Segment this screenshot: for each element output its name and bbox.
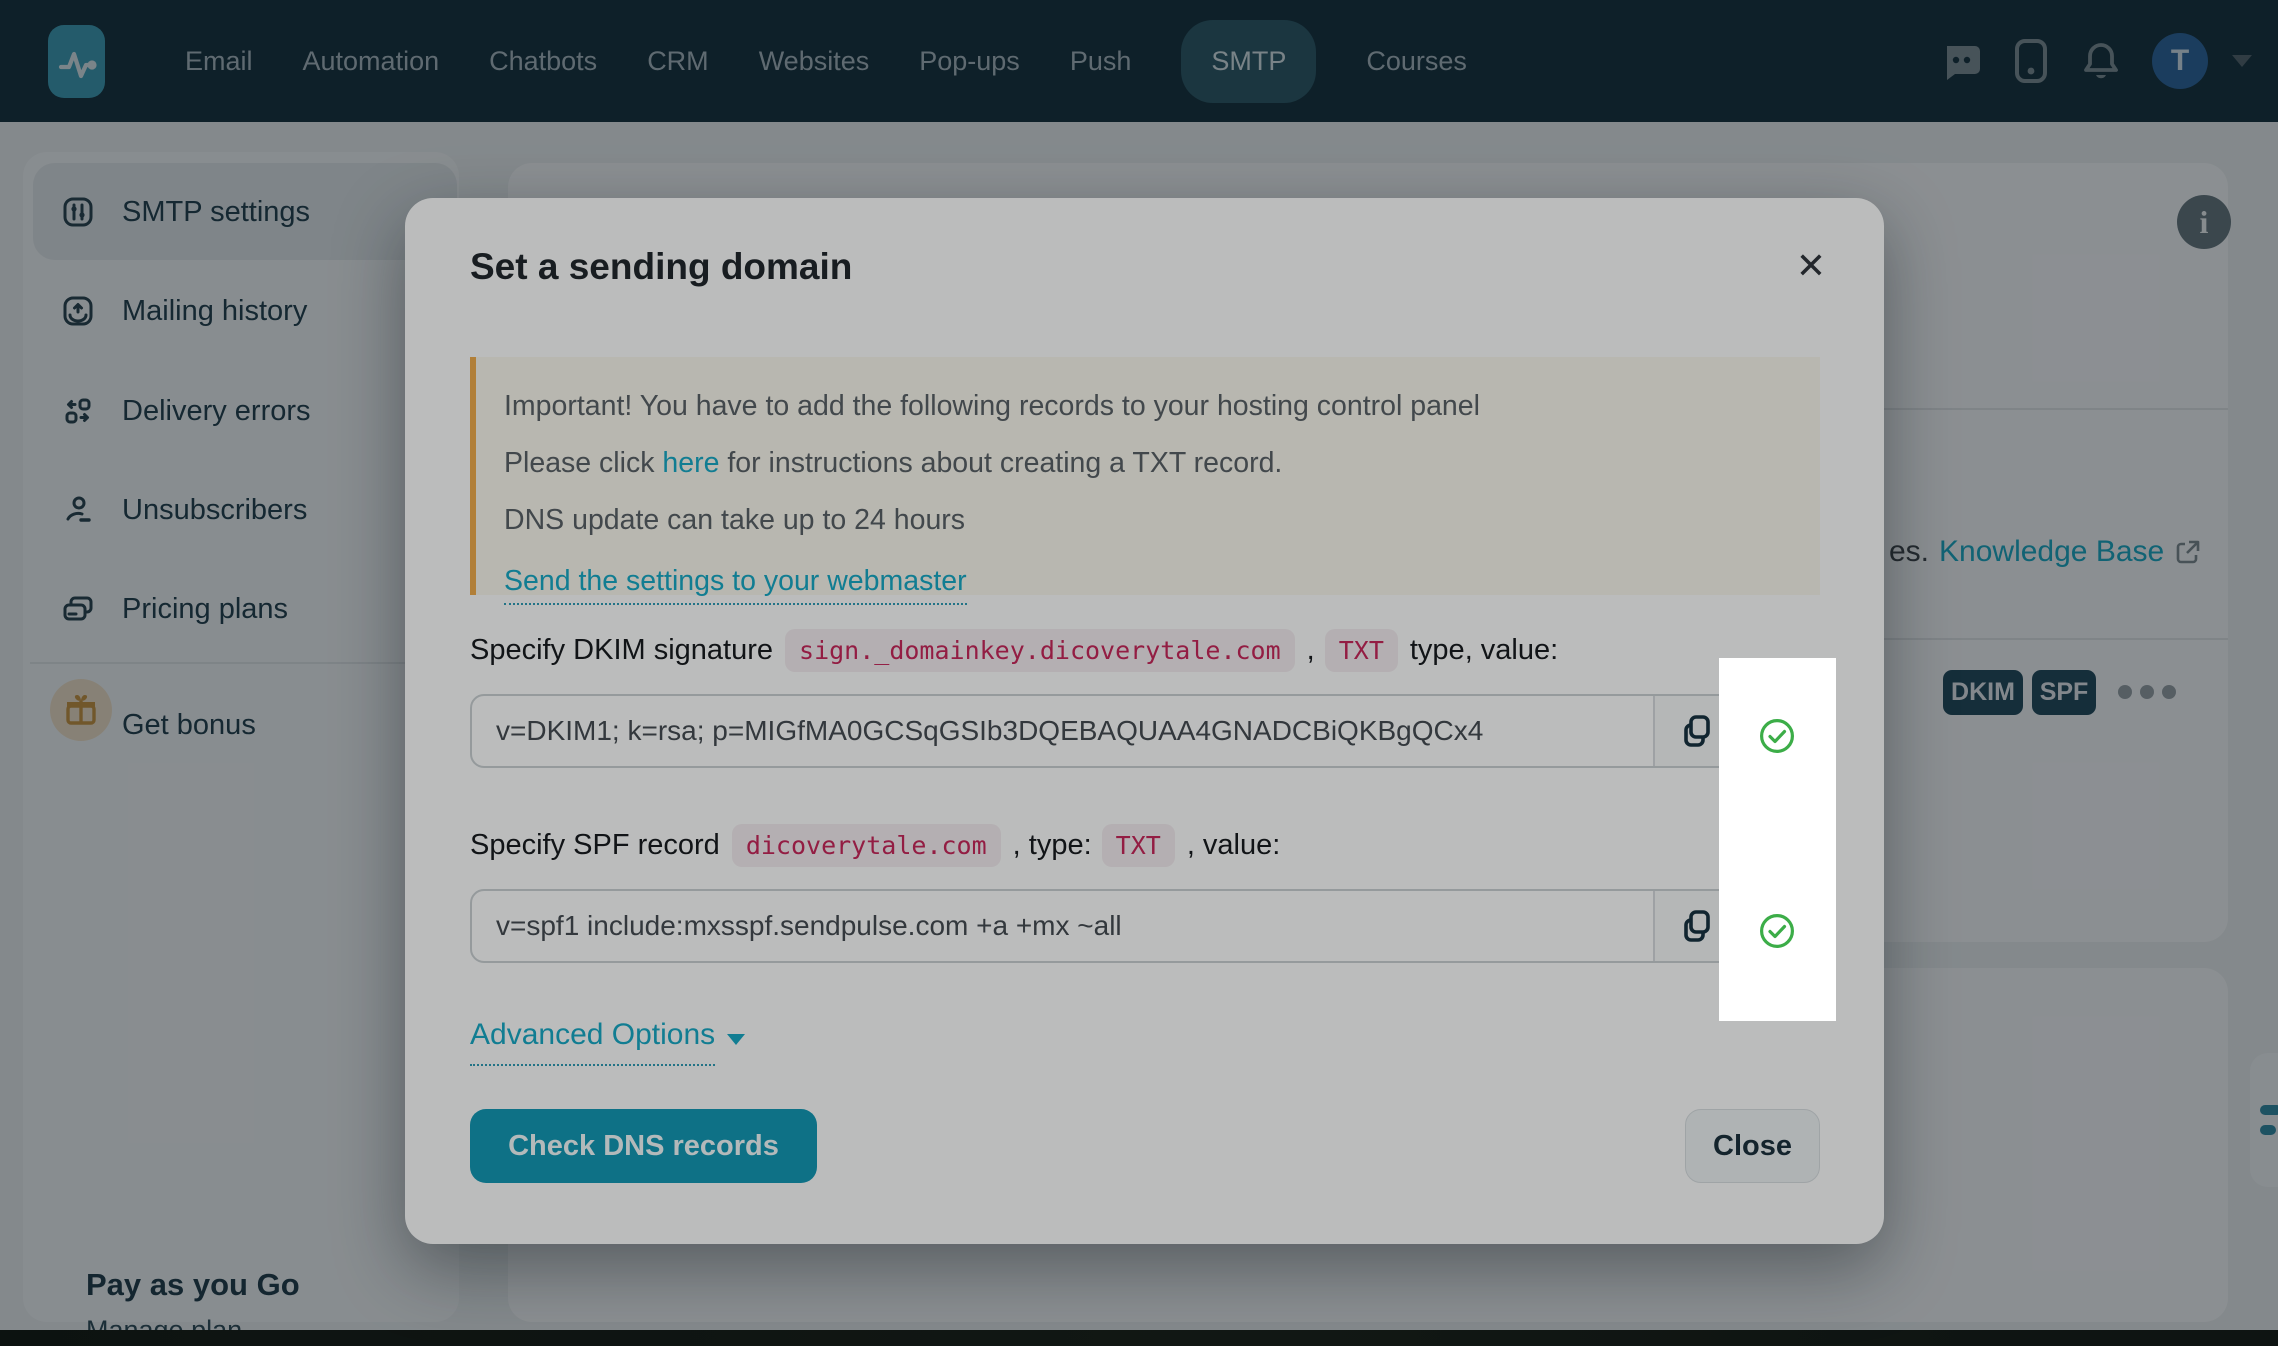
- dkim-verified-icon: [1759, 718, 1795, 754]
- tutorial-dim-overlay: [0, 0, 2278, 1346]
- verification-spotlight: [1719, 658, 1836, 1021]
- spf-verified-icon: [1759, 913, 1795, 949]
